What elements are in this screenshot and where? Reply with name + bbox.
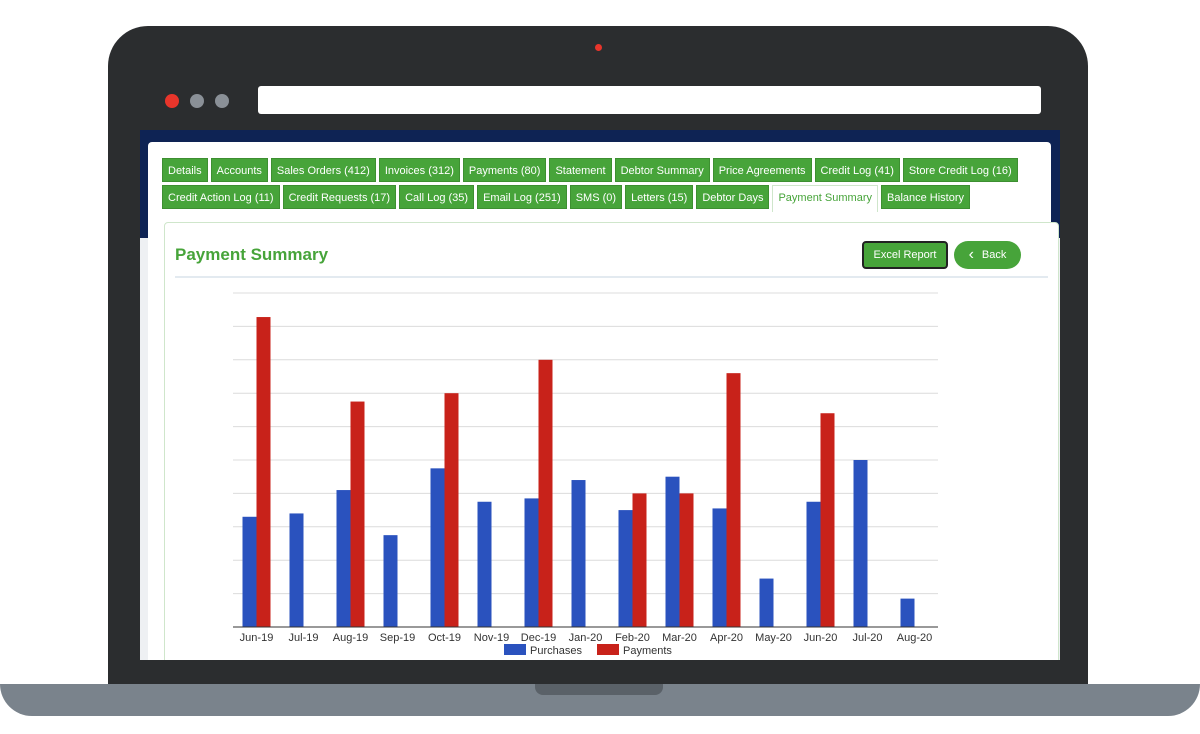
legend-label: Payments (623, 645, 672, 657)
bar-purchases[interactable] (383, 535, 398, 627)
close-window-dot[interactable] (165, 94, 179, 108)
x-tick-label: Jul-19 (289, 632, 319, 644)
bar-purchases[interactable] (853, 460, 868, 627)
x-tick-label: Aug-20 (897, 632, 932, 644)
bar-payments[interactable] (679, 493, 694, 627)
bar-purchases[interactable] (242, 516, 257, 627)
x-tick-label: Jan-20 (569, 632, 603, 644)
screen: Details Accounts Sales Orders (412) Invoice… (140, 130, 1060, 660)
legend-swatch-purchases (504, 644, 526, 655)
bar-purchases[interactable] (336, 490, 351, 627)
x-tick-label: Aug-19 (333, 632, 368, 644)
maximize-window-dot[interactable] (215, 94, 229, 108)
minimize-window-dot[interactable] (190, 94, 204, 108)
x-tick-label: Oct-19 (428, 632, 461, 644)
bar-payments[interactable] (632, 493, 647, 627)
x-tick-label: Nov-19 (474, 632, 509, 644)
x-tick-label: Sep-19 (380, 632, 415, 644)
bar-purchases[interactable] (477, 501, 492, 627)
bar-purchases[interactable] (524, 498, 539, 627)
x-tick-label: Jun-20 (804, 632, 838, 644)
x-tick-label: Jun-19 (240, 632, 274, 644)
laptop-notch (535, 684, 663, 695)
payment-summary-chart: Jun-19 Jul-19 Aug-19 Sep-19 Oct-19 Nov-19 Dec-… (233, 292, 938, 657)
x-tick-label: Dec-19 (521, 632, 556, 644)
bar-purchases[interactable] (665, 476, 680, 627)
x-tick-label: Feb-20 (615, 632, 650, 644)
bar-purchases[interactable] (289, 513, 304, 627)
bar-payments[interactable] (444, 393, 459, 627)
x-tick-label: May-20 (755, 632, 792, 644)
legend-label: Purchases (530, 645, 582, 657)
address-bar[interactable] (258, 86, 1041, 114)
bar-payments[interactable] (256, 317, 271, 627)
bar-purchases[interactable] (430, 468, 445, 627)
bar-purchases[interactable] (759, 578, 774, 627)
x-tick-label: Apr-20 (710, 632, 743, 644)
bar-payments[interactable] (820, 413, 835, 627)
bar-payments[interactable] (350, 401, 365, 627)
legend-swatch-payments (597, 644, 619, 655)
bar-purchases[interactable] (571, 480, 586, 627)
bar-purchases[interactable] (712, 508, 727, 627)
bar-purchases[interactable] (618, 510, 633, 627)
x-tick-label: Mar-20 (662, 632, 697, 644)
bar-payments[interactable] (726, 373, 741, 627)
camera-icon (595, 44, 602, 51)
bar-payments[interactable] (538, 359, 553, 627)
bar-purchases[interactable] (806, 501, 821, 627)
bar-purchases[interactable] (900, 598, 915, 627)
x-tick-label: Jul-20 (853, 632, 883, 644)
